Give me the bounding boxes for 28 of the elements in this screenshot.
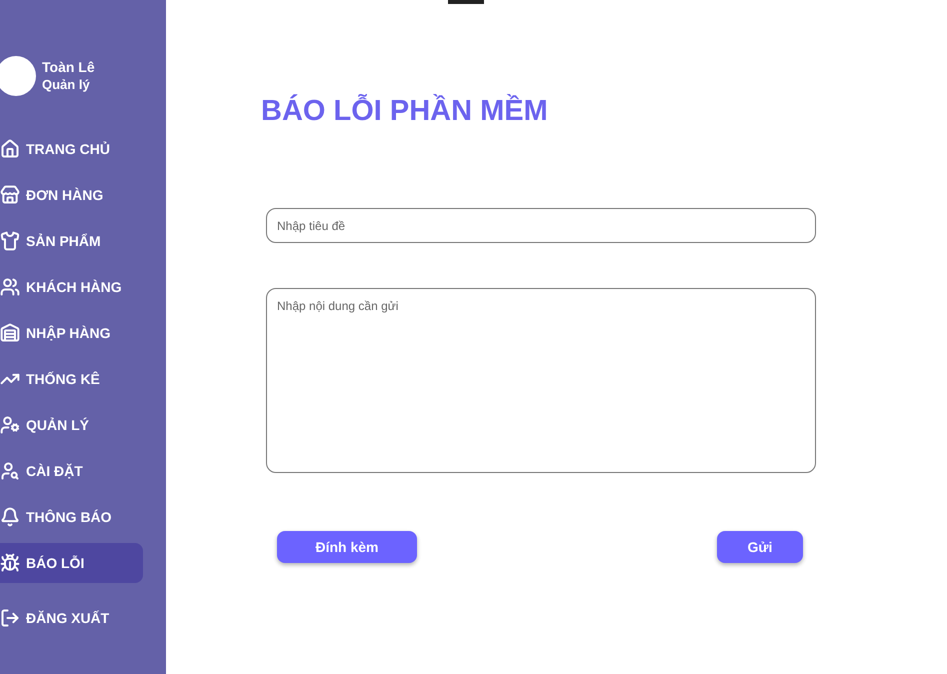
sidebar-item[interactable]: NHẬP HÀNG: [0, 313, 143, 353]
store-icon: [0, 185, 20, 205]
sidebar-item[interactable]: BÁO LỖI: [0, 543, 143, 583]
sidebar-item[interactable]: CÀI ĐẶT: [0, 451, 143, 491]
sidebar-item[interactable]: TRANG CHỦ: [0, 129, 143, 169]
avatar: [0, 56, 36, 96]
sidebar-item[interactable]: THỐNG KÊ: [0, 359, 143, 399]
logout-icon: [0, 608, 20, 628]
sidebar-item[interactable]: KHÁCH HÀNG: [0, 267, 143, 307]
bell-icon: [0, 507, 20, 527]
home-icon: [0, 139, 20, 159]
content-field[interactable]: Nhập nội dung cần gửi: [266, 288, 816, 473]
send-button[interactable]: Gửi: [717, 531, 803, 563]
attach-button[interactable]: Đính kèm: [277, 531, 417, 563]
sidebar-item[interactable]: SẢN PHẨM: [0, 221, 143, 261]
user-name: Toàn Lê: [42, 59, 95, 77]
handle-bar: [448, 0, 484, 4]
warehouse-icon: [0, 323, 20, 343]
sidebar-item[interactable]: THÔNG BÁO: [0, 497, 143, 537]
title-field[interactable]: Nhập tiêu đề: [266, 208, 816, 243]
user-gear-icon: [0, 415, 20, 435]
sidebar-item[interactable]: QUẢN LÝ: [0, 405, 143, 445]
users-icon: [0, 277, 20, 297]
shirt-icon: [0, 231, 20, 251]
user-role: Quản lý: [42, 76, 91, 93]
bug-icon: [0, 553, 20, 573]
sidebar-item[interactable]: ĐƠN HÀNG: [0, 175, 143, 215]
logout-item[interactable]: ĐĂNG XUẤT: [0, 598, 143, 638]
